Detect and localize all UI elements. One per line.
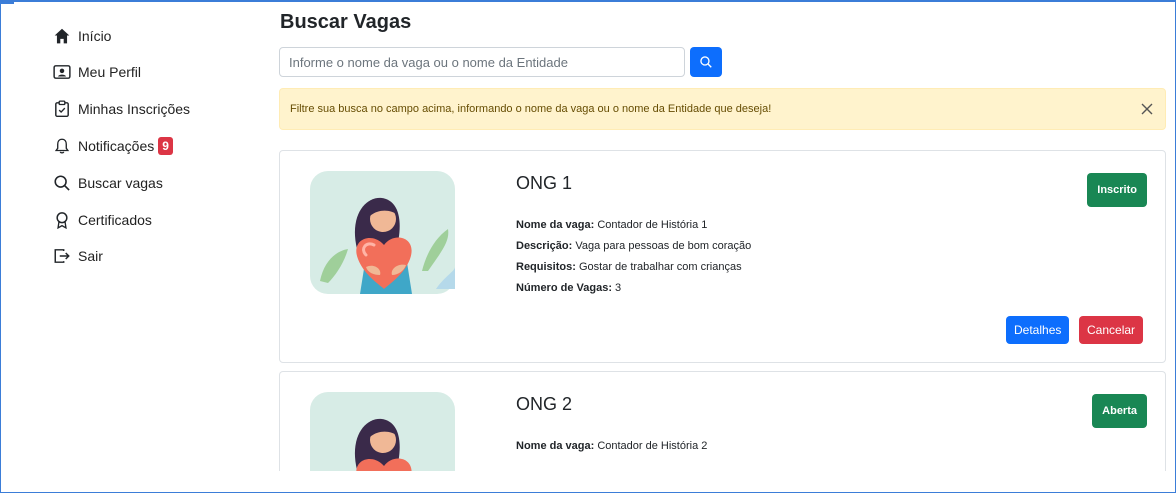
org-name: ONG 2	[516, 394, 573, 414]
alert-text: Filtre sua busca no campo acima, informa…	[290, 103, 772, 115]
bell-icon	[52, 136, 72, 156]
job-name-row: Nome da vaga: Contador de História 2	[516, 440, 707, 452]
sidebar-item-meu-perfil[interactable]: Meu Perfil	[52, 62, 141, 82]
sidebar-item-certificados[interactable]: Certificados	[52, 210, 152, 230]
volunteer-hug-heart-illustration	[310, 171, 455, 294]
volunteer-hug-heart-illustration	[310, 392, 455, 471]
sidebar-item-label: Notificações	[78, 138, 155, 154]
field-label: Número de Vagas:	[516, 282, 612, 294]
sidebar-item-label: Certificados	[78, 212, 152, 228]
search-icon	[700, 56, 712, 68]
cancel-button[interactable]: Cancelar	[1079, 316, 1144, 344]
sidebar-item-buscar-vagas[interactable]: Buscar vagas	[52, 173, 163, 193]
clipboard-icon	[52, 99, 72, 119]
job-card: ONG 2 Aberta Nome da vaga: Contador de H…	[279, 371, 1166, 471]
field-label: Descrição:	[516, 240, 573, 252]
sidebar-item-minhas-inscricoes[interactable]: Minhas Inscrições	[52, 99, 190, 119]
sidebar-item-sair[interactable]: Sair	[52, 246, 103, 266]
logout-icon	[52, 246, 72, 266]
sidebar-item-label: Sair	[78, 248, 103, 264]
award-icon	[52, 210, 72, 230]
vacancy-count-row: Número de Vagas: 3	[516, 282, 621, 294]
job-name-row: Nome da vaga: Contador de História 1	[516, 219, 707, 231]
sidebar-item-label: Buscar vagas	[78, 175, 163, 191]
org-name: ONG 1	[516, 173, 573, 193]
job-name-value: Contador de História 1	[597, 219, 708, 231]
requirements-row: Requisitos: Gostar de trabalhar com cria…	[516, 261, 742, 273]
search-button[interactable]	[690, 47, 722, 77]
sidebar-item-label: Minhas Inscrições	[78, 101, 191, 117]
field-label: Nome da vaga:	[516, 219, 595, 231]
sidebar-item-label: Meu Perfil	[78, 64, 142, 80]
field-label: Requisitos:	[516, 261, 576, 273]
sidebar-item-inicio[interactable]: Início	[52, 26, 111, 46]
details-button[interactable]: Detalhes	[1006, 316, 1070, 344]
vacancy-count-value: 3	[615, 282, 622, 294]
status-badge: Aberta	[1092, 394, 1147, 428]
close-icon[interactable]	[1139, 101, 1155, 117]
page-title: Buscar Vagas	[280, 11, 412, 33]
description-value: Vaga para pessoas de bom coração	[575, 240, 752, 252]
search-input[interactable]	[279, 47, 685, 77]
sidebar-item-label: Início	[78, 28, 112, 44]
job-card: ONG 1 Inscrito Nome da vaga: Contador de…	[279, 150, 1166, 363]
sidebar-item-notificacoes[interactable]: Notificações 9	[52, 136, 173, 156]
description-row: Descrição: Vaga para pessoas de bom cora…	[516, 240, 751, 252]
search-icon	[52, 173, 72, 193]
sidebar: Início Meu Perfil Minhas Inscrições Noti…	[0, 0, 270, 493]
notification-count-badge: 9	[158, 137, 173, 155]
home-icon	[52, 26, 72, 46]
requirements-value: Gostar de trabalhar com crianças	[578, 261, 742, 273]
profile-card-icon	[52, 62, 72, 82]
job-name-value: Contador de História 2	[597, 440, 708, 452]
status-badge: Inscrito	[1087, 173, 1147, 207]
filter-alert: Filtre sua busca no campo acima, informa…	[279, 88, 1166, 130]
field-label: Nome da vaga:	[516, 440, 595, 452]
